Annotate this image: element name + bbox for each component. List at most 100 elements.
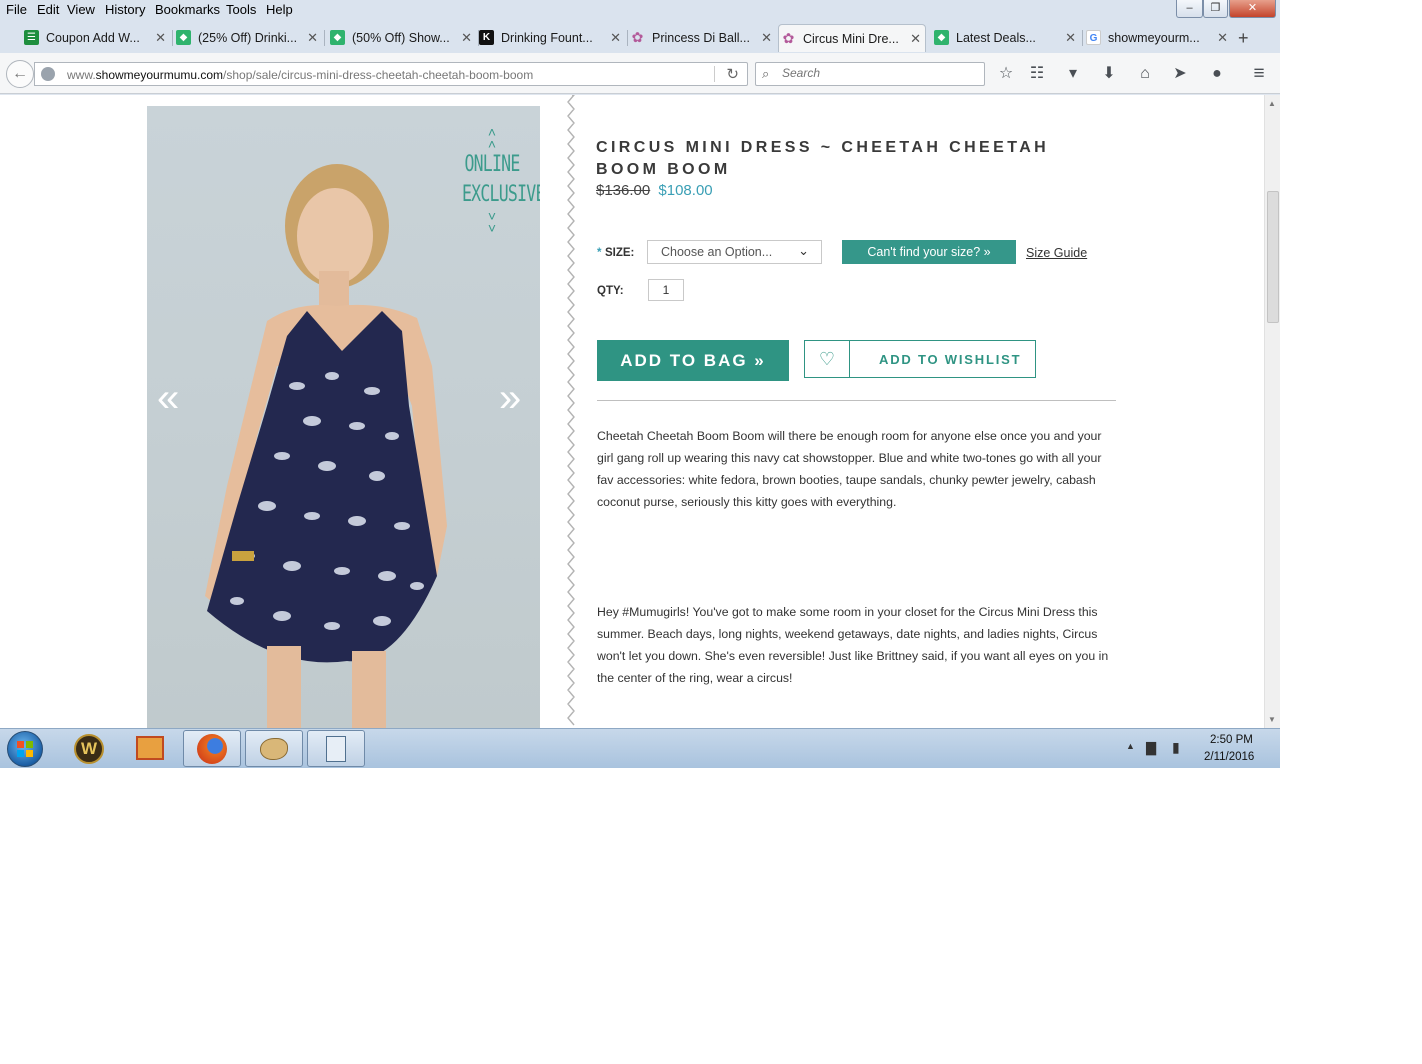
product-image: ˄ ˄ ONLINE EXCLUSIVE ˅ ˅ « » [147,106,540,728]
tab-4[interactable]: K Drinking Fount... ✕ [477,24,625,52]
restore-button[interactable]: ❐ [1203,0,1228,18]
price-row: $136.00 $108.00 [596,182,713,199]
url-text[interactable]: www.showmeyourmumu.com/shop/sale/circus-… [67,68,533,82]
pocket-icon[interactable]: ▾ [1063,64,1083,84]
hamburger-menu-icon[interactable]: ≡ [1249,64,1269,84]
heart-icon[interactable]: ♡ [805,341,850,377]
menu-view[interactable]: View [67,2,95,17]
flower-icon: ✿ [631,29,644,45]
search-bar[interactable]: ⌕ [755,62,985,86]
tab-6[interactable]: ✿ Circus Mini Dre... ✕ [778,24,926,52]
search-input[interactable] [782,66,972,80]
carousel-next-icon[interactable]: » [499,376,521,421]
menu-help[interactable]: Help [266,2,293,17]
tab-title: showmeyourm... [1108,31,1200,45]
chat-icon[interactable]: ● [1207,64,1227,84]
close-tab-icon[interactable]: ✕ [910,31,921,47]
tab-7[interactable]: ◆ Latest Deals... ✕ [932,24,1080,52]
qty-label: QTY: [597,285,624,297]
chevron-down-icon: ˅ ˅ [487,208,497,236]
k-icon: K [479,30,494,45]
warcraft-icon[interactable]: W [60,730,118,767]
add-to-wishlist-button[interactable]: ♡ ADD TO WISHLIST [804,340,1036,378]
clock-date[interactable]: 2/11/2016 [1204,751,1254,763]
zigzag-divider [567,95,575,726]
back-button[interactable]: ← [6,60,34,88]
wishlist-label: ADD TO WISHLIST [879,352,1022,367]
tag-icon: ◆ [934,30,949,45]
required-mark: * [597,247,602,259]
scroll-up-icon[interactable]: ▲ [1268,99,1276,108]
close-tab-icon[interactable]: ✕ [1217,30,1228,46]
size-dropdown[interactable]: Choose an Option... ⌄ [647,240,822,264]
bookmarks-list-icon[interactable]: ☷ [1027,64,1047,84]
tab-title: Drinking Fount... [501,31,593,45]
flower-icon: ✿ [782,30,795,46]
carousel-prev-icon[interactable]: « [157,376,179,421]
close-window-button[interactable]: ✕ [1229,0,1276,18]
tab-title: Circus Mini Dre... [803,32,899,46]
search-icon: ⌕ [762,66,770,81]
menu-bookmarks[interactable]: Bookmarks [155,2,220,17]
google-icon: G [1086,30,1101,45]
tab-1[interactable]: ☰ Coupon Add W... ✕ [22,24,170,52]
chevron-down-icon: ⌄ [798,243,809,258]
tab-separator [324,30,325,46]
tab-5[interactable]: ✿ Princess Di Ball... ✕ [628,24,776,52]
tab-separator [1082,30,1083,46]
product-title: CIRCUS MINI DRESS ~ CHEETAH CHEETAH BOOM… [596,139,1050,178]
start-button[interactable] [7,731,43,767]
close-tab-icon[interactable]: ✕ [610,30,621,46]
firefox-icon[interactable] [183,730,241,767]
calculator-icon[interactable] [307,730,365,767]
close-tab-icon[interactable]: ✕ [1065,30,1076,46]
menu-file[interactable]: File [6,2,27,17]
close-tab-icon[interactable]: ✕ [155,30,166,46]
menu-edit[interactable]: Edit [37,2,59,17]
tab-title: Princess Di Ball... [652,31,750,45]
page-viewport: ˄ ˄ ONLINE EXCLUSIVE ˅ ˅ « » CIRCUS MINI D… [0,95,1264,728]
menu-tools[interactable]: Tools [226,2,256,17]
tab-2[interactable]: ◆ (25% Off) Drinki... ✕ [174,24,322,52]
scroll-thumb[interactable] [1267,191,1279,323]
size-dropdown-value: Choose an Option... [661,245,773,259]
network-signal-icon[interactable]: ▇ [1146,740,1156,756]
home-icon[interactable]: ⌂ [1135,64,1155,84]
photo-app-icon[interactable] [121,730,179,767]
minimize-button[interactable]: – [1176,0,1203,18]
tab-3[interactable]: ◆ (50% Off) Show... ✕ [328,24,476,52]
tray-expand-icon[interactable]: ▲ [1126,741,1135,751]
tab-title: (25% Off) Drinki... [198,31,298,45]
power-icon[interactable]: ▮ [1172,739,1180,756]
scroll-down-icon[interactable]: ▼ [1268,715,1276,724]
taskbar: W ▲ ▇ ▮ 2:50 PM 2/11/2016 [0,728,1280,768]
badge-text-exclusive: EXCLUSIVE [462,182,540,207]
tag-icon: ◆ [330,30,345,45]
close-tab-icon[interactable]: ✕ [461,30,472,46]
url-bar[interactable]: www.showmeyourmumu.com/shop/sale/circus-… [34,62,748,86]
new-tab-button[interactable]: + [1238,28,1249,49]
windows-logo-icon [17,741,33,757]
add-to-bag-button[interactable]: ADD TO BAG » [597,340,789,381]
reload-icon[interactable]: ↻ [726,65,739,83]
close-tab-icon[interactable]: ✕ [761,30,772,46]
spreadsheet-icon: ☰ [24,30,39,45]
vertical-scrollbar[interactable]: ▲ ▼ [1264,95,1280,728]
size-guide-link[interactable]: Size Guide [1026,246,1087,260]
paint-icon[interactable] [245,730,303,767]
download-icon[interactable]: ⬇ [1099,64,1119,84]
url-divider [714,66,715,82]
original-price: $136.00 [596,182,651,199]
clock-time[interactable]: 2:50 PM [1210,734,1253,746]
tab-8[interactable]: Gshowmeyourm... ✕ [1084,24,1232,52]
cant-find-size-button[interactable]: Can't find your size? » [842,240,1016,264]
tab-bar: ☰ Coupon Add W... ✕ ◆ (25% Off) Drinki... ✕ ◆ (… [0,20,1280,53]
close-tab-icon[interactable]: ✕ [307,30,318,46]
badge-text-online: ONLINE [464,152,520,177]
bookmark-star-icon[interactable]: ☆ [996,64,1016,84]
menu-history[interactable]: History [105,2,145,17]
quantity-input[interactable]: 1 [648,279,684,301]
share-icon[interactable]: ➤ [1170,64,1190,84]
tab-separator [172,30,173,46]
tab-title: Latest Deals... [956,31,1036,45]
